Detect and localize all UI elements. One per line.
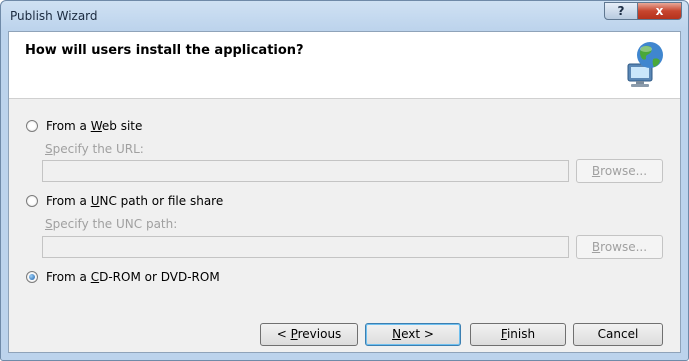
radio-web-site[interactable]: [26, 120, 38, 132]
previous-button[interactable]: < Previous: [260, 323, 358, 346]
next-button[interactable]: Next >: [365, 323, 461, 346]
publish-wizard-window: Publish Wizard ? x How will users instal…: [0, 0, 689, 361]
unc-path-label: Specify the UNC path:: [45, 217, 178, 231]
url-label: Specify the URL:: [45, 142, 144, 156]
radio-cd-rom[interactable]: [26, 271, 38, 283]
help-button[interactable]: ?: [604, 2, 638, 20]
browse-unc-button[interactable]: Browse...: [576, 235, 663, 259]
close-icon: x: [655, 4, 664, 18]
option-web-site[interactable]: From a Web site: [26, 119, 142, 133]
url-input[interactable]: [42, 160, 569, 182]
unc-path-input[interactable]: [42, 236, 569, 258]
wizard-body: How will users install the application? …: [8, 31, 681, 353]
cancel-button[interactable]: Cancel: [573, 323, 663, 346]
window-title: Publish Wizard: [10, 9, 98, 23]
option-web-site-label: From a Web site: [46, 119, 143, 133]
close-button[interactable]: x: [637, 2, 682, 20]
wizard-header: How will users install the application?: [9, 32, 680, 99]
finish-button[interactable]: Finish: [470, 323, 566, 346]
option-unc-path-label: From a UNC path or file share: [46, 194, 224, 208]
option-cd-rom[interactable]: From a CD-ROM or DVD-ROM: [26, 270, 220, 284]
browse-url-button[interactable]: Browse...: [576, 159, 663, 183]
page-heading: How will users install the application?: [25, 43, 304, 58]
globe-computer-icon: [627, 42, 663, 87]
radio-unc-path[interactable]: [26, 195, 38, 207]
option-unc-path[interactable]: From a UNC path or file share: [26, 194, 223, 208]
option-cd-rom-label: From a CD-ROM or DVD-ROM: [46, 270, 220, 284]
title-bar[interactable]: Publish Wizard ? x: [1, 1, 688, 31]
